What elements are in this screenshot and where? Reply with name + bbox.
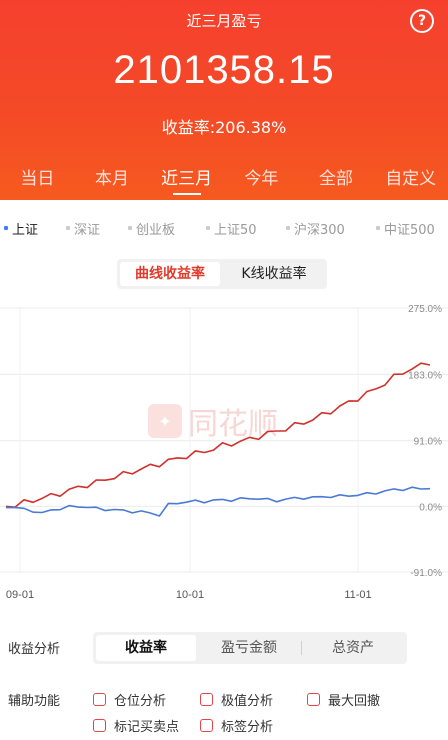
index-shanghai[interactable]: 上证	[4, 218, 66, 238]
index-label: 创业板	[136, 222, 176, 238]
svg-text:同花顺: 同花顺	[188, 407, 278, 442]
series-dot-icon	[286, 226, 290, 230]
analysis-label: 收益分析	[8, 642, 61, 657]
tab-last-three-months[interactable]: 近三月	[149, 164, 224, 195]
period-tabs: 当日 本月 近三月 今年 全部 自定义	[0, 164, 448, 195]
y-tick-label: 275.0%	[408, 304, 442, 315]
checkbox-extreme-analysis[interactable]: 极值分析	[200, 690, 273, 709]
help-icon[interactable]: ?	[410, 9, 434, 33]
x-tick-label: 10-01	[176, 589, 204, 601]
x-axis-labels: 09-01 10-01 11-01	[6, 589, 372, 601]
profit-amount: 2101358.15	[113, 48, 335, 92]
tab-total-assets[interactable]: 总资产	[303, 635, 403, 661]
y-axis-labels: 275.0% 183.0% 91.0% 0.0% -91.0%	[408, 304, 442, 579]
x-tick-label: 09-01	[6, 589, 34, 601]
kline-yield-option[interactable]: K线收益率	[224, 262, 324, 286]
index-label: 上证50	[214, 222, 257, 238]
svg-text:✦: ✦	[158, 414, 171, 431]
series-dot-icon	[376, 226, 380, 230]
checkbox-icon	[93, 693, 106, 706]
curve-yield-option[interactable]: 曲线收益率	[120, 262, 220, 286]
tab-this-month[interactable]: 本月	[75, 164, 150, 189]
checkbox-icon	[200, 719, 213, 732]
watermark-logo: ✦ 同花顺	[148, 404, 278, 442]
index-shenzhen[interactable]: 深证	[66, 218, 128, 238]
tab-profit-amount[interactable]: 盈亏金额	[199, 635, 299, 661]
checkbox-mark-trades[interactable]: 标记买卖点	[93, 716, 179, 735]
x-tick-label: 11-01	[344, 589, 371, 601]
index-csi500[interactable]: 中证500	[376, 218, 446, 238]
tab-all[interactable]: 全部	[299, 164, 374, 189]
series-dot-icon	[128, 226, 132, 230]
index-line	[6, 486, 431, 517]
aux-label: 辅助功能	[8, 694, 61, 709]
series-dot-icon	[206, 226, 210, 230]
index-sse50[interactable]: 上证50	[206, 218, 286, 238]
index-chinext[interactable]: 创业板	[128, 218, 206, 238]
yield-rate: 收益率:206.38%	[161, 118, 287, 137]
index-selector: 上证 深证 创业板 上证50 沪深300 中证500	[0, 218, 448, 238]
y-tick-label: 91.0%	[414, 437, 442, 448]
checkbox-label: 最大回撤	[328, 694, 381, 709]
tab-this-year[interactable]: 今年	[224, 164, 299, 189]
checkbox-icon	[307, 693, 320, 706]
checkbox-label: 标签分析	[221, 720, 274, 735]
tab-yield[interactable]: 收益率	[96, 635, 196, 661]
checkbox-label: 仓位分析	[114, 694, 167, 709]
checkbox-label: 标记买卖点	[114, 720, 180, 735]
tab-today[interactable]: 当日	[0, 164, 75, 189]
index-label: 深证	[74, 222, 101, 238]
header-panel: 近三月盈亏 ? 2101358.15 收益率:206.38% 当日 本月 近三月…	[0, 0, 448, 200]
index-label: 上证	[12, 222, 39, 238]
index-csi300[interactable]: 沪深300	[286, 218, 376, 238]
checkbox-tag-analysis[interactable]: 标签分析	[200, 716, 273, 735]
y-tick-label: 0.0%	[419, 502, 442, 513]
series-dot-icon	[66, 226, 70, 230]
checkbox-label: 极值分析	[221, 694, 274, 709]
index-label: 中证500	[384, 222, 435, 238]
page-title: 近三月盈亏	[186, 12, 262, 30]
checkbox-icon	[93, 719, 106, 732]
analysis-tabs: 收益率 盈亏金额 总资产	[93, 632, 407, 664]
index-label: 沪深300	[294, 222, 345, 238]
tab-custom[interactable]: 自定义	[373, 164, 448, 189]
chart-mode-toggle: 曲线收益率 K线收益率	[117, 259, 327, 289]
y-tick-label: -91.0%	[410, 568, 442, 579]
tab-divider	[301, 641, 302, 655]
y-tick-label: 183.0%	[408, 370, 442, 381]
checkbox-position-analysis[interactable]: 仓位分析	[93, 690, 166, 709]
checkbox-max-drawdown[interactable]: 最大回撤	[307, 690, 380, 709]
yield-chart: ✦ 同花顺 275.0% 183.0% 91.0% 0.0% -91.0% 09-01 1…	[0, 304, 448, 601]
checkbox-icon	[200, 693, 213, 706]
series-dot-icon	[4, 226, 8, 230]
